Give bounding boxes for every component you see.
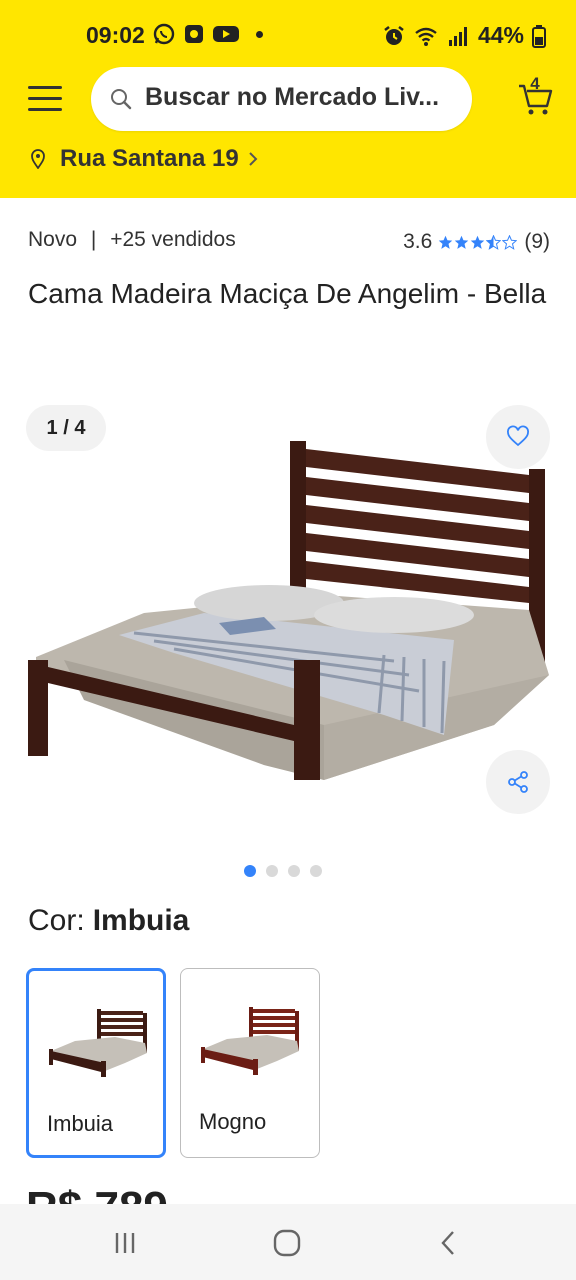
location-text: Rua Santana 19 xyxy=(60,145,239,172)
star-full-icon xyxy=(439,235,453,249)
color-label: Cor: xyxy=(28,904,85,937)
search-bar[interactable]: Buscar no Mercado Liv... xyxy=(91,67,472,131)
search-placeholder: Buscar no Mercado Liv... xyxy=(145,83,440,111)
variant-thumbnail xyxy=(49,1009,147,1077)
price-peek: R$ 789 xyxy=(26,1186,266,1206)
share-button[interactable] xyxy=(486,750,550,814)
app-header: 09:02 44% Buscar no Mercado Liv... 4 Rua… xyxy=(0,0,576,198)
color-option-mogno[interactable]: Mogno xyxy=(180,968,320,1158)
notification-dot xyxy=(256,30,263,38)
pagination-dot[interactable] xyxy=(288,865,300,877)
favorite-button[interactable] xyxy=(486,405,550,469)
condition-label: Novo xyxy=(28,228,78,251)
wifi-icon xyxy=(415,27,437,46)
color-selection-label: Cor: Imbuia xyxy=(28,904,189,938)
app-icon xyxy=(185,25,203,43)
star-full-icon xyxy=(455,235,469,249)
image-counter: 1 / 4 xyxy=(26,405,106,451)
system-nav-bar xyxy=(0,1204,576,1280)
rating-summary[interactable]: 3.6 (9) xyxy=(403,230,550,254)
recent-apps-icon[interactable] xyxy=(110,1228,140,1258)
pagination-dot-active[interactable] xyxy=(244,865,256,877)
selected-color: Imbuia xyxy=(92,904,190,937)
pagination-dot[interactable] xyxy=(266,865,278,877)
chevron-right-icon xyxy=(249,152,258,166)
share-icon xyxy=(508,771,528,793)
battery-icon xyxy=(532,24,546,48)
alarm-icon xyxy=(384,25,404,45)
review-count: (9) xyxy=(524,230,550,253)
search-icon xyxy=(111,89,132,110)
pagination-dot[interactable] xyxy=(310,865,322,877)
meta-separator: | xyxy=(90,228,97,251)
cart-count: 4 xyxy=(530,74,540,93)
color-option-imbuia[interactable]: Imbuia xyxy=(26,968,166,1158)
product-gallery[interactable]: 1 / 4 xyxy=(0,385,576,825)
bed-image xyxy=(28,441,549,780)
status-time: 09:02 xyxy=(86,22,145,48)
price-text: R$ 789 xyxy=(26,1186,266,1206)
location-pin-icon xyxy=(31,149,45,169)
product-meta: Novo | +25 vendidos 3.6 (9) xyxy=(28,226,550,256)
heart-icon xyxy=(507,425,529,447)
sold-count: +25 vendidos xyxy=(110,228,236,251)
rating-value: 3.6 xyxy=(403,230,433,253)
delivery-location[interactable]: Rua Santana 19 xyxy=(30,144,259,174)
cart-button[interactable]: 4 xyxy=(516,74,556,118)
product-title: Cama Madeira Maciça De Angelim - Bella xyxy=(28,278,547,309)
youtube-icon xyxy=(213,26,239,42)
variant-label: Imbuia xyxy=(47,1111,114,1136)
star-full-icon xyxy=(471,235,485,249)
back-icon[interactable] xyxy=(434,1228,464,1258)
home-icon[interactable] xyxy=(272,1228,302,1258)
variant-thumbnail xyxy=(201,1007,299,1075)
signal-icon xyxy=(448,26,467,46)
star-empty-icon xyxy=(502,234,518,250)
menu-button[interactable] xyxy=(28,84,64,114)
status-bar: 09:02 44% xyxy=(0,18,576,54)
whatsapp-icon xyxy=(153,23,175,45)
gallery-pagination[interactable] xyxy=(244,865,322,877)
variant-label: Mogno xyxy=(199,1109,267,1134)
star-half-icon xyxy=(486,234,502,250)
battery-percent: 44% xyxy=(477,22,524,48)
